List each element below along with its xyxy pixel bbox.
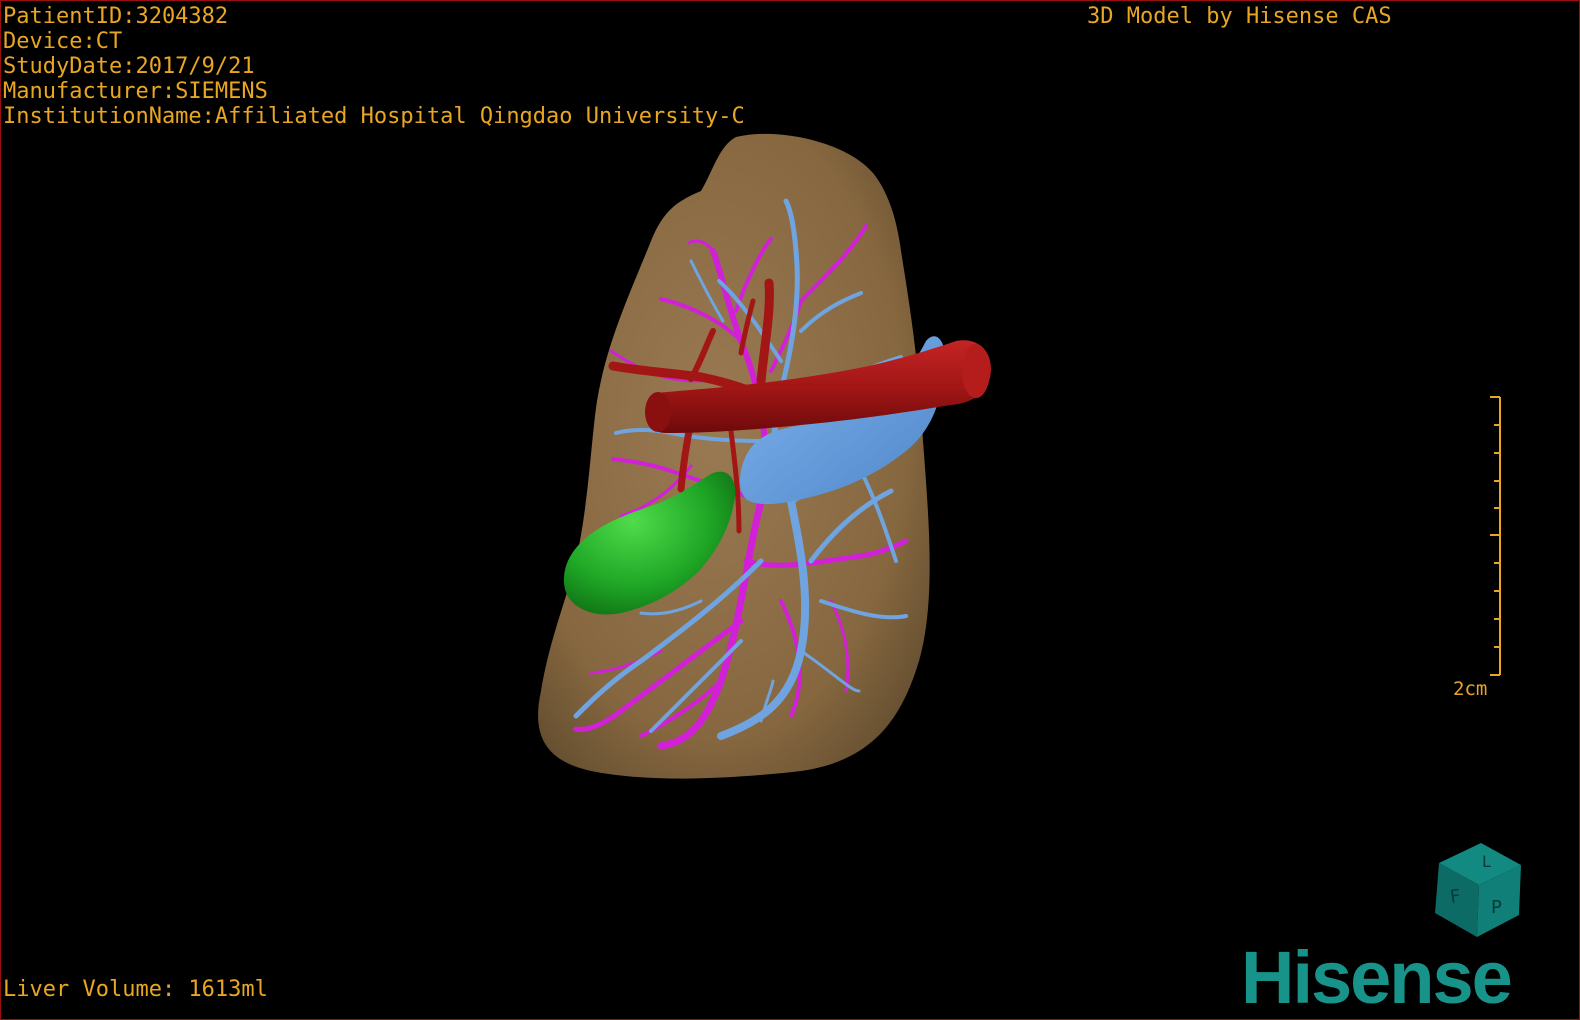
scale-bar-label: 2cm [1453,678,1488,700]
viewer-frame: PatientID:3204382 Device:CT StudyDate:2017… [0,0,1580,1020]
model-credit: 3D Model by Hisense CAS [1087,4,1392,29]
study-date: StudyDate:2017/9/21 [3,54,255,79]
orientation-cube[interactable]: F L P [1429,841,1529,941]
ivc-end-cap [645,392,671,432]
liver-volume: Liver Volume: 1613ml [3,977,268,1002]
patient-id: PatientID:3204382 [3,4,229,29]
device: Device:CT [3,29,123,54]
hisense-logo: Hisense [1241,939,1513,1017]
institution-name: InstitutionName:Affiliated Hospital Qing… [3,104,745,129]
3d-model-viewport[interactable] [1,1,1579,1019]
cube-face-p: P [1491,897,1502,918]
hisense-logo-text: Hisense [1241,939,1511,1017]
cube-face-l: L [1482,852,1491,871]
scale-bar [1490,396,1501,676]
ivc-end-cap-far [962,344,990,398]
study-info-panel: PatientID:3204382 Device:CT StudyDate:2017… [3,4,745,129]
manufacturer: Manufacturer:SIEMENS [3,79,268,104]
